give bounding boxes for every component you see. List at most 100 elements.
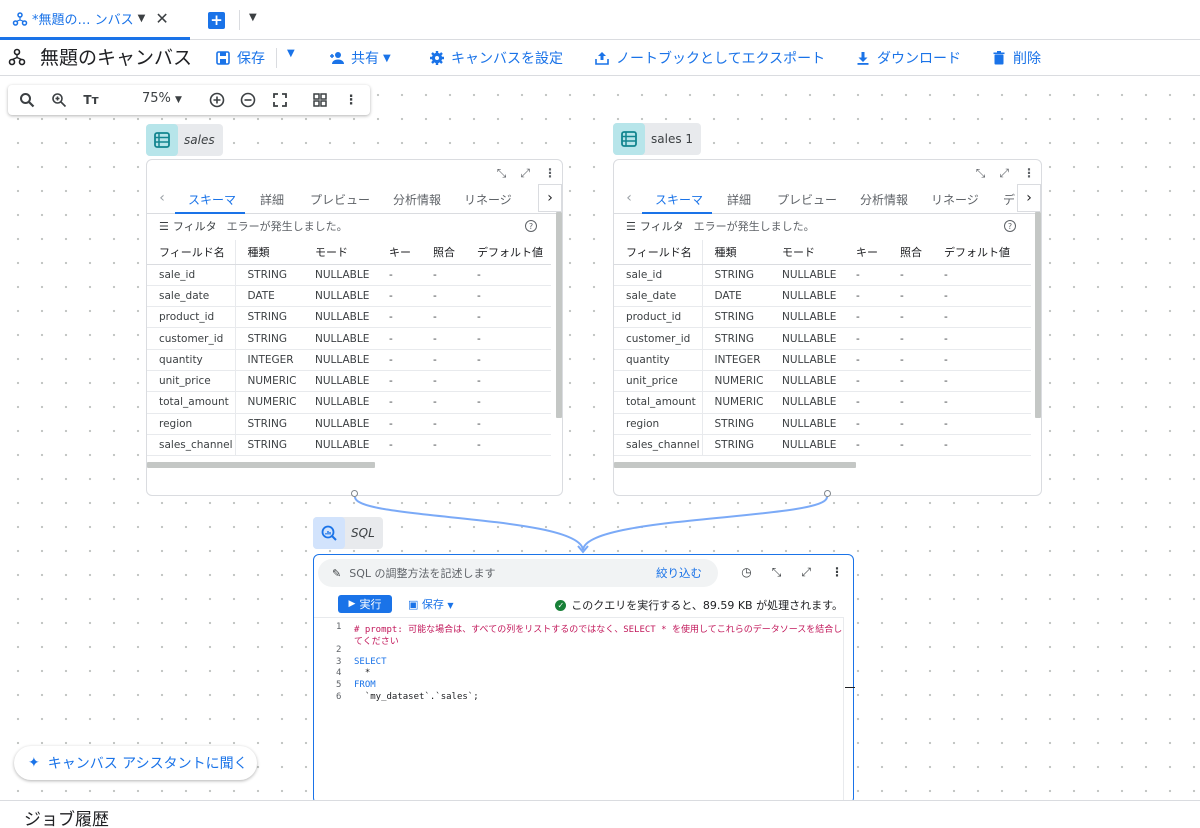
tab-preview[interactable]: プレビュー [777,191,837,208]
tab-lineage[interactable]: リネージ [931,191,979,208]
table-row[interactable]: sales_channel STRING NULLABLE - - - [147,434,551,457]
text-size-icon[interactable]: Tт [82,91,100,109]
output-port[interactable] [824,490,831,497]
code-editor[interactable]: 1 # prompt: 可能な場合は、すべての列をリストするのではなく、SELEC… [314,617,844,803]
run-label: 実行 [359,598,382,611]
column-header[interactable]: デフォルト値 [465,240,551,265]
vertical-scrollbar[interactable] [1035,212,1041,418]
tab-details[interactable]: 詳細 [727,191,751,208]
refine-button[interactable]: 絞り込む [656,565,702,581]
search-icon[interactable] [18,91,36,109]
tab-preview[interactable]: プレビュー [310,191,370,208]
table-card-sales-1[interactable]: ⤡ ⤢ ⋮ ‹ スキーマ 詳細 プレビュー 分析情報 リネージ デ › ☰ フィ… [613,159,1042,496]
tab-schema[interactable]: スキーマ [655,191,703,208]
table-row[interactable]: sale_id STRING NULLABLE - - - [614,264,1031,286]
tab-insights[interactable]: 分析情報 [393,191,441,208]
table-row[interactable]: sales_channel STRING NULLABLE - - - [614,434,1031,457]
column-header[interactable]: フィールド名 [614,240,703,265]
table-row[interactable]: sale_id STRING NULLABLE - - - [147,264,551,286]
node-label-sales-1[interactable]: sales 1 [613,123,702,155]
help-icon[interactable]: ? [525,220,537,232]
zoom-out-icon[interactable] [239,91,257,109]
table-row[interactable]: sale_date DATE NULLABLE - - - [614,285,1031,308]
schema-filter[interactable]: ☰ フィルタ エラーが発生しました。 [626,218,815,234]
tab-truncated[interactable]: デ [1003,191,1015,208]
schema-filter[interactable]: ☰ フィルタ エラーが発生しました。 [159,218,348,234]
chevron-left-icon[interactable]: ‹ [155,190,169,206]
open-in-new-icon[interactable]: ⤢ [801,565,811,580]
node-label-sales[interactable]: sales [146,124,223,156]
more-vert-icon[interactable]: ⋮ [831,565,843,580]
table-row[interactable]: product_id STRING NULLABLE - - - [614,306,1031,329]
table-cell: region [147,413,236,435]
table-row[interactable]: quantity INTEGER NULLABLE - - - [147,349,551,371]
column-header[interactable]: 種類 [235,240,303,265]
grid-layout-icon[interactable] [311,91,329,109]
node-label-sql[interactable]: SQL [313,517,383,549]
table-row[interactable]: sale_date DATE NULLABLE - - - [147,285,551,308]
vertical-scrollbar[interactable] [556,212,562,418]
column-header[interactable]: デフォルト値 [932,240,1031,265]
table-cell: - [465,327,551,350]
editor-scrollbar[interactable] [843,617,844,803]
open-in-new-icon[interactable]: ⤢ [999,166,1009,181]
table-cell: - [932,434,1031,457]
table-cell: sale_date [147,285,236,308]
schedule-icon[interactable]: ◷ [741,565,751,580]
column-header[interactable]: フィールド名 [147,240,236,265]
sql-save-button[interactable]: ▣ 保存 ▼ [408,596,454,612]
chevron-right-icon[interactable]: › [538,184,562,212]
zoom-in-icon[interactable] [208,91,226,109]
table-row[interactable]: total_amount NUMERIC NULLABLE - - - [614,391,1031,414]
sql-editor-card[interactable]: ✎ SQL の調整方法を記述します 絞り込む ◷ ⤡ ⤢ ⋮ ▶ 実行 ▣ 保存… [313,554,854,804]
table-cell: NULLABLE [770,370,844,393]
column-header[interactable]: 照合 [888,240,932,265]
schema-header-row: フィールド名 種類 モード キー 照合 デフォルト値 [147,240,551,265]
more-vert-icon[interactable]: ⋮ [544,166,556,181]
table-row[interactable]: total_amount NUMERIC NULLABLE - - - [147,391,551,414]
column-header[interactable]: モード [770,240,844,265]
table-row[interactable]: customer_id STRING NULLABLE - - - [147,327,551,350]
zoom-level-dropdown[interactable]: 75% ▼ [142,91,182,106]
tab-insights[interactable]: 分析情報 [860,191,908,208]
run-button[interactable]: ▶ 実行 [338,595,392,613]
help-icon[interactable]: ? [1004,220,1016,232]
collapse-icon[interactable]: ⤡ [497,166,507,181]
table-row[interactable]: quantity INTEGER NULLABLE - - - [614,349,1031,371]
column-header[interactable]: モード [303,240,377,265]
table-card-sales[interactable]: ⤡ ⤢ ⋮ ‹ スキーマ 詳細 プレビュー 分析情報 リネージ › ☰ フィルタ… [146,159,563,496]
table-cell: - [377,306,421,329]
collapse-icon[interactable]: ⤡ [772,565,782,580]
zoom-search-icon[interactable] [50,91,68,109]
column-header[interactable]: 照合 [421,240,465,265]
tab-details[interactable]: 詳細 [260,191,284,208]
table-cell: NULLABLE [770,327,844,350]
canvas-assistant-button[interactable]: ✦ キャンバス アシスタントに聞く [14,746,257,780]
column-header[interactable]: キー [844,240,888,265]
chevron-right-icon[interactable]: › [1017,184,1041,212]
table-row[interactable]: region STRING NULLABLE - - - [614,413,1031,435]
open-in-new-icon[interactable]: ⤢ [520,166,530,181]
column-header[interactable]: 種類 [702,240,770,265]
collapse-icon[interactable]: ⤡ [976,166,986,181]
table-cell: NULLABLE [303,349,377,371]
horizontal-scrollbar[interactable] [614,462,856,468]
more-vert-icon[interactable]: ⋮ [342,91,360,109]
table-row[interactable]: unit_price NUMERIC NULLABLE - - - [147,370,551,393]
table-row[interactable]: region STRING NULLABLE - - - [147,413,551,435]
tab-lineage[interactable]: リネージ [464,191,512,208]
output-port[interactable] [351,490,358,497]
horizontal-scrollbar[interactable] [147,462,375,468]
column-header[interactable]: キー [377,240,421,265]
job-history-panel[interactable]: ジョブ履歴 [0,800,1200,828]
fit-screen-icon[interactable] [271,91,289,109]
table-cell: NULLABLE [303,306,377,329]
table-row[interactable]: customer_id STRING NULLABLE - - - [614,327,1031,350]
table-row[interactable]: product_id STRING NULLABLE - - - [147,306,551,329]
sql-prompt-input[interactable]: ✎ SQL の調整方法を記述します 絞り込む [318,559,718,587]
chevron-left-icon[interactable]: ‹ [622,190,636,206]
table-row[interactable]: unit_price NUMERIC NULLABLE - - - [614,370,1031,393]
more-vert-icon[interactable]: ⋮ [1023,166,1035,181]
table-cell: - [421,413,465,435]
tab-schema[interactable]: スキーマ [188,191,236,208]
